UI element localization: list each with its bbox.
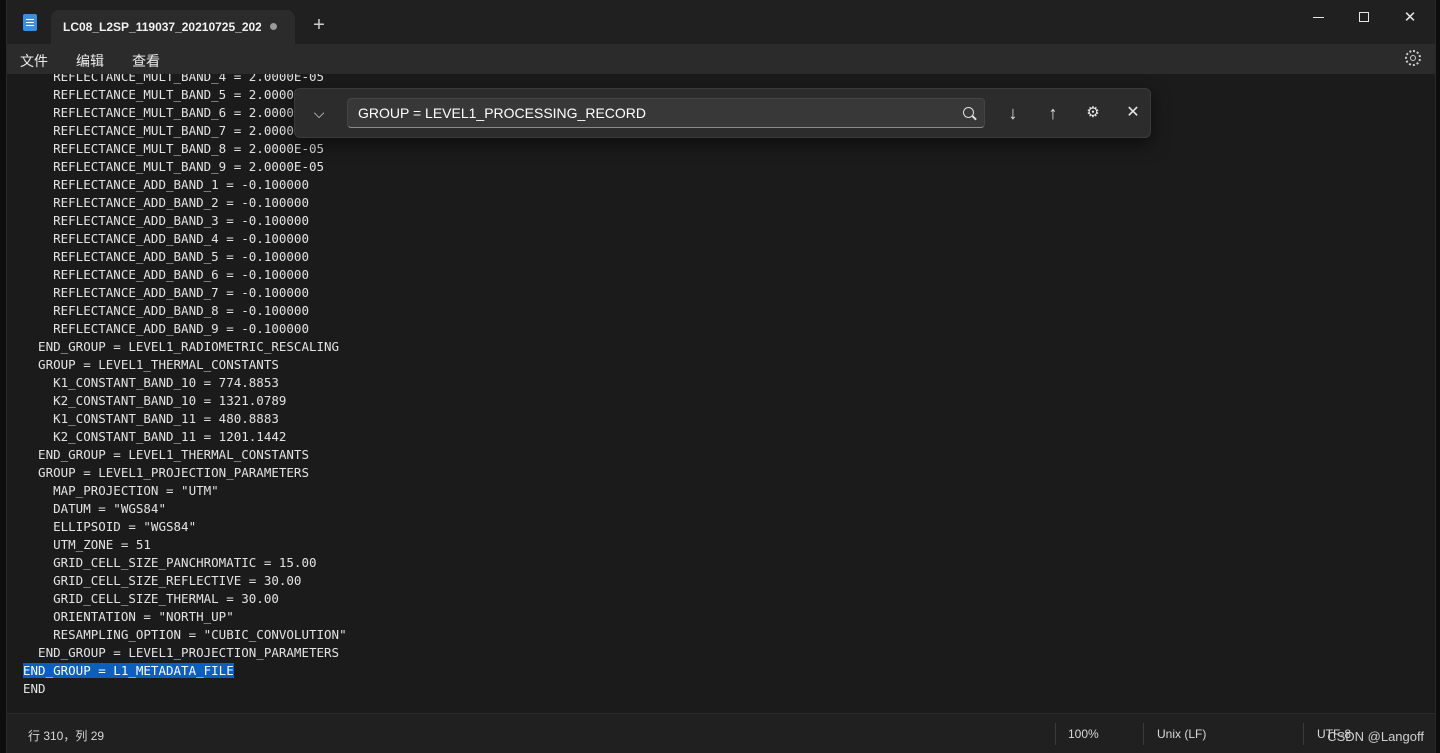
status-bar: 行 310，列 29 100% Unix (LF) UTF-8 xyxy=(7,713,1435,753)
search-icon[interactable] xyxy=(963,107,974,118)
code-line: GRID_CELL_SIZE_REFLECTIVE = 30.00 xyxy=(23,573,302,588)
code-line: REFLECTANCE_ADD_BAND_6 = -0.100000 xyxy=(23,267,309,282)
code-line: REFLECTANCE_ADD_BAND_3 = -0.100000 xyxy=(23,213,309,228)
code-line: K1_CONSTANT_BAND_11 = 480.8883 xyxy=(23,411,279,426)
code-line: REFLECTANCE_ADD_BAND_8 = -0.100000 xyxy=(23,303,309,318)
code-line: GROUP = LEVEL1_PROJECTION_PARAMETERS xyxy=(23,465,309,480)
code-line: END xyxy=(23,681,46,696)
menu-view[interactable]: 查看 xyxy=(132,51,160,71)
code-line: END_GROUP = LEVEL1_THERMAL_CONSTANTS xyxy=(23,447,309,462)
code-line: REFLECTANCE_MULT_BAND_9 = 2.0000E-05 xyxy=(23,159,325,174)
code-line: REFLECTANCE_MULT_BAND_4 = 2.0000E-05 xyxy=(23,74,325,84)
notepad-app-icon xyxy=(23,14,37,31)
new-tab-button[interactable]: + xyxy=(305,14,333,38)
tab-title: LC08_L2SP_119037_20210725_20210... xyxy=(63,20,261,34)
expand-replace-chevron-icon[interactable]: ⌵ xyxy=(309,103,329,123)
code-line: REFLECTANCE_ADD_BAND_5 = -0.100000 xyxy=(23,249,309,264)
selected-code-line: END_GROUP = L1_METADATA_FILE xyxy=(23,662,347,680)
code-line: REFLECTANCE_ADD_BAND_7 = -0.100000 xyxy=(23,285,309,300)
minimize-button[interactable] xyxy=(1295,2,1341,32)
tab-document[interactable]: LC08_L2SP_119037_20210725_20210... xyxy=(51,10,295,44)
code-line: RESAMPLING_OPTION = "CUBIC_CONVOLUTION" xyxy=(23,627,347,642)
code-line: END_GROUP = LEVEL1_RADIOMETRIC_RESCALING xyxy=(23,339,340,354)
text-selection[interactable]: END_GROUP = L1_METADATA_FILE xyxy=(23,663,234,678)
status-divider xyxy=(1055,723,1056,745)
code-line: GROUP = LEVEL1_THERMAL_CONSTANTS xyxy=(23,357,279,372)
maximize-icon xyxy=(1359,12,1369,22)
find-options-button[interactable]: ⚙ xyxy=(1080,101,1106,125)
code-line: K2_CONSTANT_BAND_10 = 1321.0789 xyxy=(23,393,287,408)
code-line: GRID_CELL_SIZE_THERMAL = 30.00 xyxy=(23,591,279,606)
menu-edit[interactable]: 编辑 xyxy=(76,51,104,71)
line-ending[interactable]: Unix (LF) xyxy=(1157,727,1206,741)
editor-content[interactable]: REFLECTANCE_MULT_BAND_4 = 2.0000E-05 REF… xyxy=(23,74,347,698)
find-query: GROUP = LEVEL1_PROCESSING_RECORD xyxy=(358,105,647,121)
menu-file[interactable]: 文件 xyxy=(20,51,48,71)
code-line: DATUM = "WGS84" xyxy=(23,501,166,516)
find-bar: ⌵ GROUP = LEVEL1_PROCESSING_RECORD ↓ ↑ ⚙… xyxy=(294,88,1151,138)
find-input[interactable]: GROUP = LEVEL1_PROCESSING_RECORD xyxy=(347,98,985,128)
code-line: K1_CONSTANT_BAND_10 = 774.8853 xyxy=(23,375,279,390)
code-line: GRID_CELL_SIZE_PANCHROMATIC = 15.00 xyxy=(23,555,317,570)
status-divider xyxy=(1303,723,1304,745)
text-editor[interactable]: REFLECTANCE_MULT_BAND_4 = 2.0000E-05 REF… xyxy=(7,74,1435,714)
code-line: REFLECTANCE_ADD_BAND_9 = -0.100000 xyxy=(23,321,309,336)
settings-gear-icon[interactable] xyxy=(1405,50,1421,66)
watermark: CSDN @Langoff xyxy=(1327,729,1424,744)
close-find-button[interactable]: ✕ xyxy=(1120,101,1146,125)
unsaved-dot-icon[interactable] xyxy=(270,23,277,30)
code-line: ORIENTATION = "NORTH_UP" xyxy=(23,609,234,624)
find-previous-button[interactable]: ↑ xyxy=(1040,101,1066,125)
close-window-button[interactable]: ✕ xyxy=(1387,2,1433,32)
code-line: END_GROUP = LEVEL1_PROJECTION_PARAMETERS xyxy=(23,645,340,660)
notepad-window: LC08_L2SP_119037_20210725_20210... + ✕ 文… xyxy=(6,0,1436,753)
minimize-icon xyxy=(1312,16,1324,18)
code-line: REFLECTANCE_MULT_BAND_8 = 2.0000E-05 xyxy=(23,141,325,156)
code-line: REFLECTANCE_ADD_BAND_1 = -0.100000 xyxy=(23,177,309,192)
code-line: MAP_PROJECTION = "UTM" xyxy=(23,483,219,498)
code-line: UTM_ZONE = 51 xyxy=(23,537,151,552)
find-next-button[interactable]: ↓ xyxy=(1000,101,1026,125)
code-line: ELLIPSOID = "WGS84" xyxy=(23,519,197,534)
code-line: REFLECTANCE_ADD_BAND_4 = -0.100000 xyxy=(23,231,309,246)
zoom-level[interactable]: 100% xyxy=(1068,727,1099,741)
cursor-position: 行 310，列 29 xyxy=(28,729,105,743)
maximize-button[interactable] xyxy=(1341,2,1387,32)
status-divider xyxy=(1143,723,1144,745)
title-bar[interactable]: LC08_L2SP_119037_20210725_20210... + ✕ xyxy=(7,0,1435,44)
code-line: REFLECTANCE_ADD_BAND_2 = -0.100000 xyxy=(23,195,309,210)
menu-bar: 文件 编辑 查看 xyxy=(7,44,1435,74)
code-line: K2_CONSTANT_BAND_11 = 1201.1442 xyxy=(23,429,287,444)
